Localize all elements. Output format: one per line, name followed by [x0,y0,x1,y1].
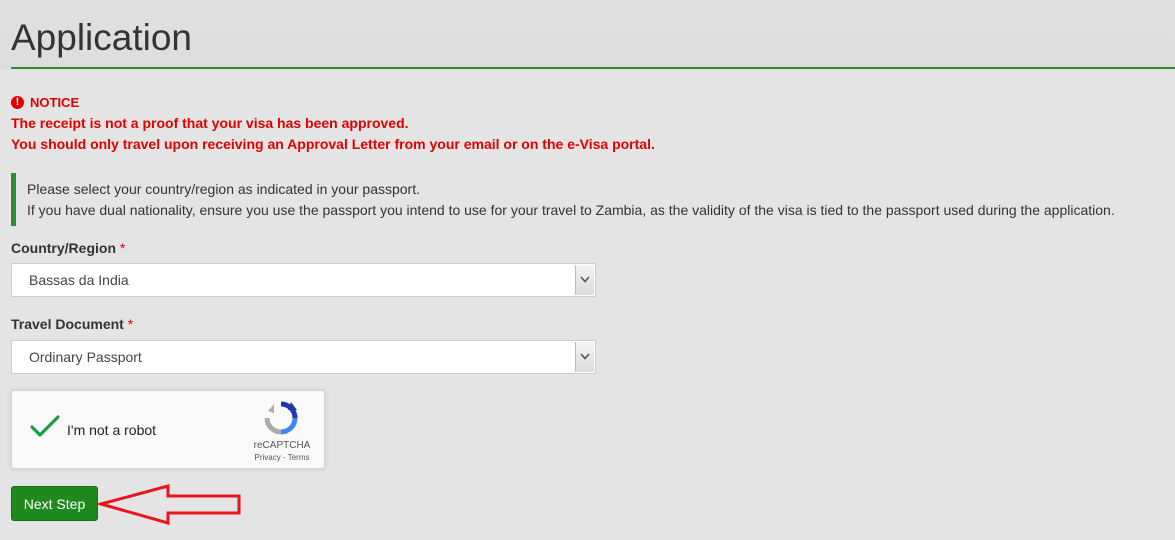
red-arrow-pointer [95,484,241,525]
notice-line-1: The receipt is not a proof that your vis… [11,115,409,131]
info-callout: Please select your country/region as ind… [11,173,1175,226]
chevron-down-icon [580,276,590,283]
recaptcha-privacy-terms-links[interactable]: Privacy - Terms [247,453,317,462]
recaptcha-widget: I'm not a robot reCAPTCHA Privacy - Term… [11,390,325,469]
country-select-value: Bassas da India [29,272,129,288]
country-select-toggle[interactable] [575,265,594,295]
required-mark: * [119,240,126,256]
document-select[interactable]: Ordinary Passport [11,340,596,374]
checkmark-icon [30,415,60,437]
required-mark: * [127,316,134,332]
notice-line-2: You should only travel upon receiving an… [11,136,655,152]
info-line-2: If you have dual nationality, ensure you… [27,202,1115,218]
document-label-text: Travel Document [11,316,124,332]
country-select[interactable]: Bassas da India [11,263,596,297]
recaptcha-label: I'm not a robot [67,422,157,438]
page-title: Application [11,17,193,58]
notice-heading-row: ! NOTICE [11,92,655,113]
next-step-button[interactable]: Next Step [11,486,98,521]
chevron-down-icon [580,353,590,360]
recaptcha-brand: reCAPTCHA [253,440,311,451]
exclamation-circle-icon: ! [11,96,24,109]
recaptcha-logo-icon [264,401,298,435]
document-select-value: Ordinary Passport [29,349,142,365]
info-line-1: Please select your country/region as ind… [27,181,420,197]
document-label: Travel Document * [11,316,133,332]
title-divider [11,67,1175,69]
document-select-toggle[interactable] [575,342,594,372]
recaptcha-checkbox[interactable] [29,414,61,440]
country-label: Country/Region * [11,240,125,256]
notice-block: ! NOTICE The receipt is not a proof that… [11,92,655,155]
notice-heading: NOTICE [30,95,80,110]
country-label-text: Country/Region [11,240,116,256]
page-header: Application [0,0,1175,70]
